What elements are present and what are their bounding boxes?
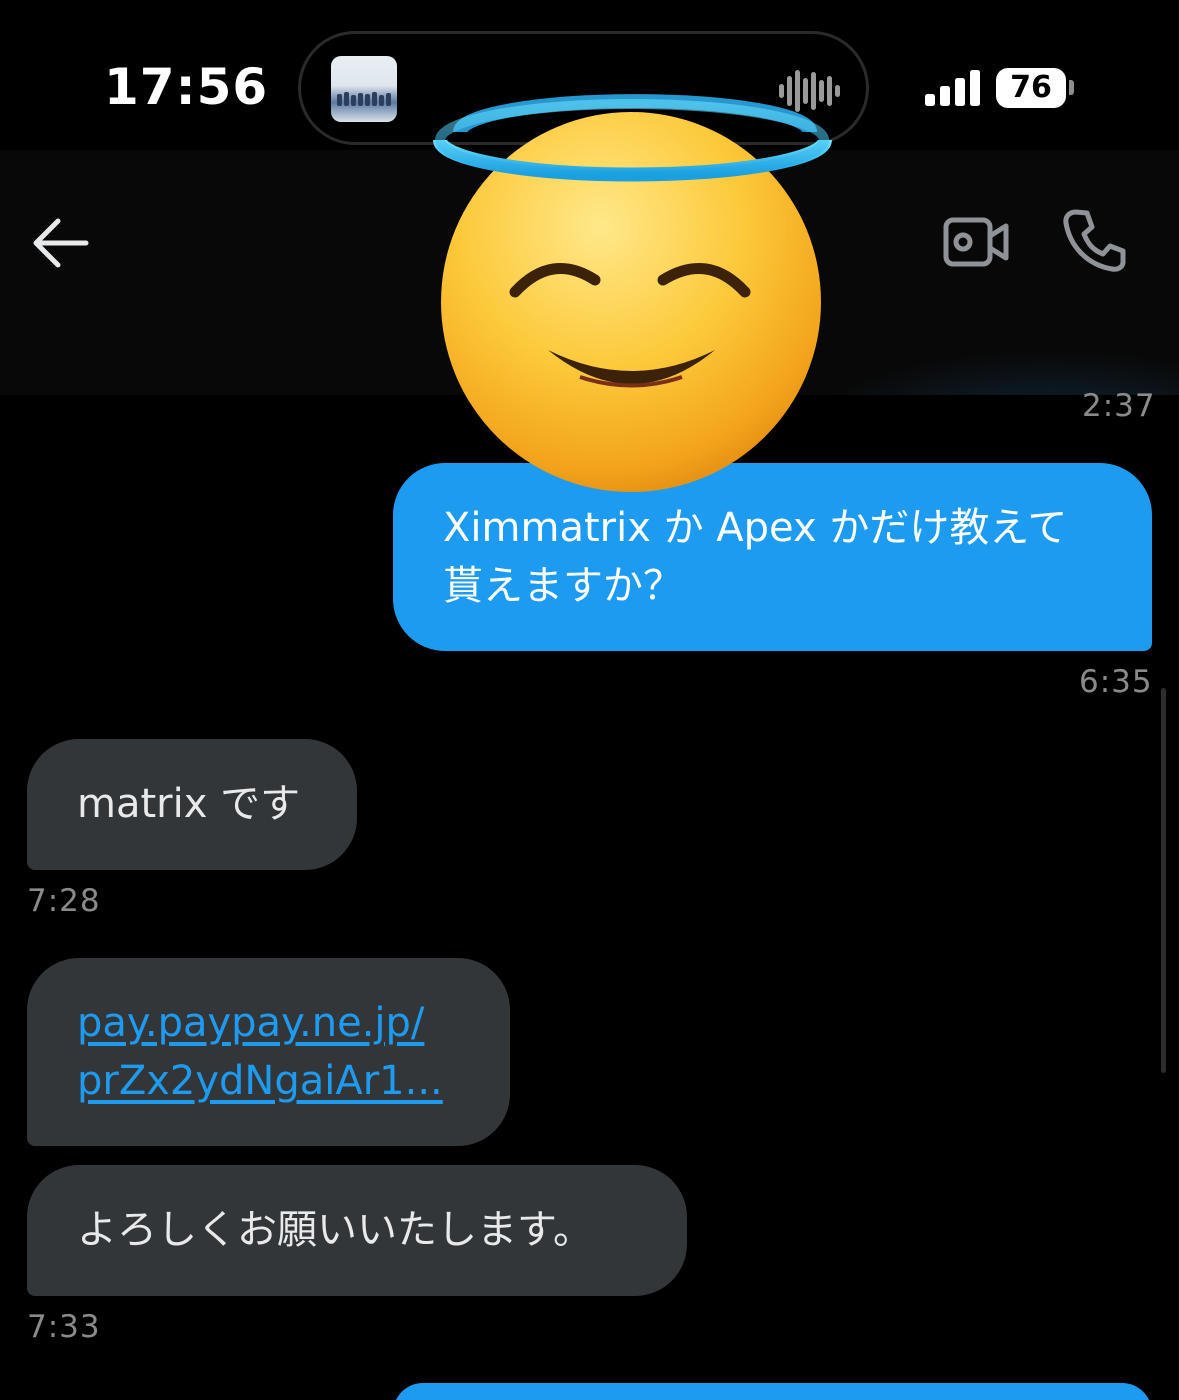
link-text-line: pay.paypay.ne.jp/ bbox=[77, 1000, 425, 1046]
message-text: matrix です bbox=[77, 781, 301, 827]
paypay-link[interactable]: pay.paypay.ne.jp/ prZx2ydNgaiAr1... bbox=[77, 994, 510, 1110]
message-text-line: Ximmatrix か Apex かだけ教えて bbox=[443, 505, 1068, 551]
message-text: よろしくお願いいたします。 bbox=[77, 1207, 593, 1253]
app-screen: 17:56 76 2:37 Ximmatrix か Apex かだけ教えて 貰え… bbox=[0, 0, 1179, 1400]
message-timestamp: 6:35 bbox=[1079, 664, 1153, 700]
incoming-message-bubble[interactable]: よろしくお願いいたします。 bbox=[27, 1165, 687, 1296]
incoming-message-bubble[interactable]: matrix です bbox=[27, 739, 357, 870]
message-text-line: 貰えますか？ bbox=[443, 563, 683, 609]
message-timestamp: 2:37 bbox=[1082, 388, 1156, 424]
scrollbar[interactable] bbox=[1161, 688, 1166, 1073]
incoming-message-bubble[interactable]: pay.paypay.ne.jp/ prZx2ydNgaiAr1... bbox=[27, 958, 510, 1146]
link-text-line: prZx2ydNgaiAr1... bbox=[77, 1058, 443, 1104]
battery-indicator: 76 bbox=[996, 68, 1066, 108]
cellular-signal-icon bbox=[925, 70, 980, 106]
halo-emoji-icon bbox=[433, 94, 832, 492]
video-camera-icon[interactable] bbox=[943, 214, 1009, 270]
phone-icon[interactable] bbox=[1062, 207, 1128, 273]
status-time: 17:56 bbox=[104, 58, 269, 116]
outgoing-message-bubble[interactable] bbox=[393, 1383, 1152, 1400]
message-timestamp: 7:28 bbox=[27, 883, 101, 919]
now-playing-album-art bbox=[331, 56, 397, 122]
arrow-left-icon[interactable] bbox=[30, 215, 90, 271]
battery-tip bbox=[1069, 80, 1074, 95]
message-timestamp: 7:33 bbox=[27, 1309, 101, 1345]
